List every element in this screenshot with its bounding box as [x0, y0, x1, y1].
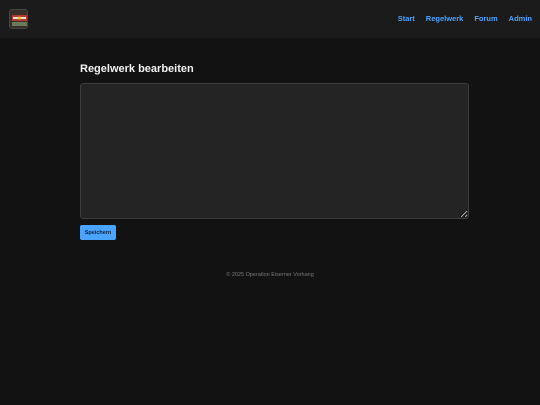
logo-emblem-icon — [10, 10, 27, 28]
save-button[interactable]: Speichern — [80, 225, 116, 240]
footer-copyright: © 2025 Operation Eiserner Vorhang — [226, 272, 314, 278]
site-logo[interactable] — [9, 9, 28, 29]
nav-admin[interactable]: Admin — [509, 14, 532, 23]
nav-start[interactable]: Start — [398, 14, 415, 23]
main-nav: Start Regelwerk Forum Admin — [398, 14, 532, 23]
rules-editor-textarea[interactable] — [80, 83, 469, 219]
nav-forum[interactable]: Forum — [474, 14, 497, 23]
page-title: Regelwerk bearbeiten — [80, 63, 194, 75]
page-footer: © 2025 Operation Eiserner Vorhang — [0, 272, 540, 278]
top-navbar: Start Regelwerk Forum Admin — [0, 0, 540, 38]
nav-regelwerk[interactable]: Regelwerk — [426, 14, 464, 23]
